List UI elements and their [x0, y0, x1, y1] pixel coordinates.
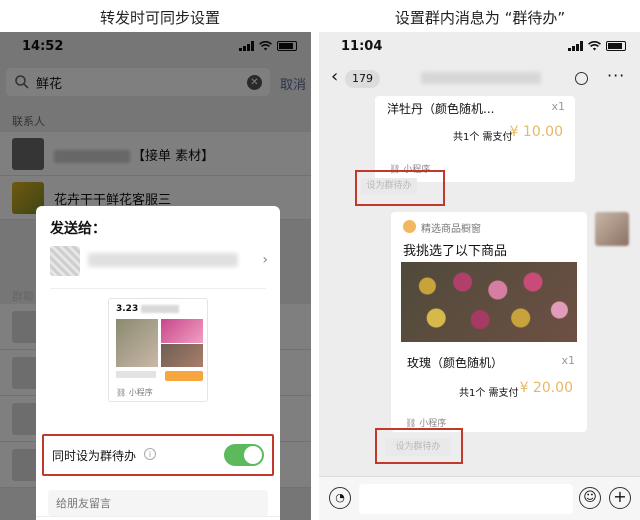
card-info-blurred: [116, 371, 156, 378]
right-caption: 设置群内消息为 “群待办”: [394, 9, 566, 27]
chat-title-blurred: [421, 72, 541, 84]
chat-input-bar: ◔ ☺ +: [319, 476, 640, 520]
emoji-icon[interactable]: ☺: [579, 487, 601, 509]
back-icon[interactable]: ‹: [331, 66, 338, 87]
order-price: ¥ 10.00: [509, 124, 563, 140]
chevron-right-icon[interactable]: ›: [262, 252, 268, 268]
unread-count-badge[interactable]: 179: [345, 70, 380, 88]
chat-nav-bar: ‹ 179 ···: [319, 60, 640, 96]
left-phone-screen: 14:52 鲜花 ✕ 取消 联系人 【接单 素材】 花卉干干鲜花客服三 群聊: [0, 32, 311, 520]
shop-name: 精选商品橱窗: [421, 224, 481, 235]
shop-icon: [403, 220, 416, 233]
roses-product-photo: [401, 262, 577, 342]
card-miniprogram-label: ⛓ 小程序: [116, 388, 153, 397]
set-group-todo-button[interactable]: 设为群待办: [385, 438, 451, 456]
voice-icon[interactable]: ◔: [329, 487, 351, 509]
product-name: 洋牡丹（颜色随机...: [387, 102, 495, 116]
set-group-todo-button[interactable]: 设为群待办: [361, 178, 417, 195]
set-group-todo-row: 同时设为群待办 i: [42, 434, 274, 476]
recipient-avatar: [50, 246, 80, 276]
status-icons: [568, 41, 626, 51]
panel-divider: [311, 32, 319, 520]
info-icon[interactable]: i: [144, 448, 156, 460]
order-price: ¥ 20.00: [519, 380, 573, 396]
dialog-title: 发送给：: [50, 221, 106, 237]
product-image: [161, 319, 203, 343]
more-icon[interactable]: ···: [607, 66, 625, 85]
battery-icon: [606, 41, 626, 51]
card-buy-button: [165, 371, 203, 381]
message-input[interactable]: [48, 490, 268, 516]
status-time: 11:04: [341, 39, 383, 54]
groups-section-label: 群聊: [12, 290, 34, 303]
sender-avatar[interactable]: [595, 212, 629, 246]
share-headline: 我挑选了以下商品: [403, 244, 508, 259]
signal-icon: [568, 41, 583, 51]
screenshot-root: 转发时可同步设置 设置群内消息为 “群待办” 14:52 鲜花 ✕ 取消 联系人…: [0, 0, 640, 520]
product-name: 玫瑰（颜色随机）: [407, 356, 504, 370]
left-caption: 转发时可同步设置: [99, 9, 220, 27]
dialog-button-bar: [36, 516, 280, 520]
divider: [50, 288, 266, 289]
plus-icon[interactable]: +: [609, 487, 631, 509]
miniprogram-card-preview: 3.23 ⛓ 小程序: [108, 298, 208, 402]
product-quantity: x1: [551, 100, 565, 113]
set-group-todo-label: 同时设为群待办: [52, 449, 137, 463]
send-to-dialog: 发送给： › 3.23 ⛓ 小程序 同时设为群待办 i: [36, 206, 280, 520]
right-phone-screen: 11:04 ‹ 179 ··· 洋牡丹（颜色随机... x1 共1个 需支付 ¥…: [319, 32, 640, 520]
product-image: [116, 319, 158, 367]
product-quantity: x1: [561, 354, 575, 367]
recipient-name-blurred: [88, 253, 238, 267]
circle-icon[interactable]: [575, 72, 588, 85]
order-total-label: 共1个 需支付: [459, 388, 519, 399]
set-group-todo-toggle[interactable]: [224, 444, 264, 466]
product-share-bubble[interactable]: 精选商品橱窗 我挑选了以下商品 玫瑰（颜色随机） x1 共1个 需支付 ¥ 20…: [391, 212, 587, 432]
product-image: [161, 344, 203, 367]
card-title: 3.23: [116, 304, 180, 314]
order-total-label: 共1个 需支付: [453, 132, 513, 143]
chat-text-input[interactable]: [359, 484, 573, 514]
wifi-icon: [588, 41, 601, 51]
status-bar: 11:04: [319, 32, 640, 60]
